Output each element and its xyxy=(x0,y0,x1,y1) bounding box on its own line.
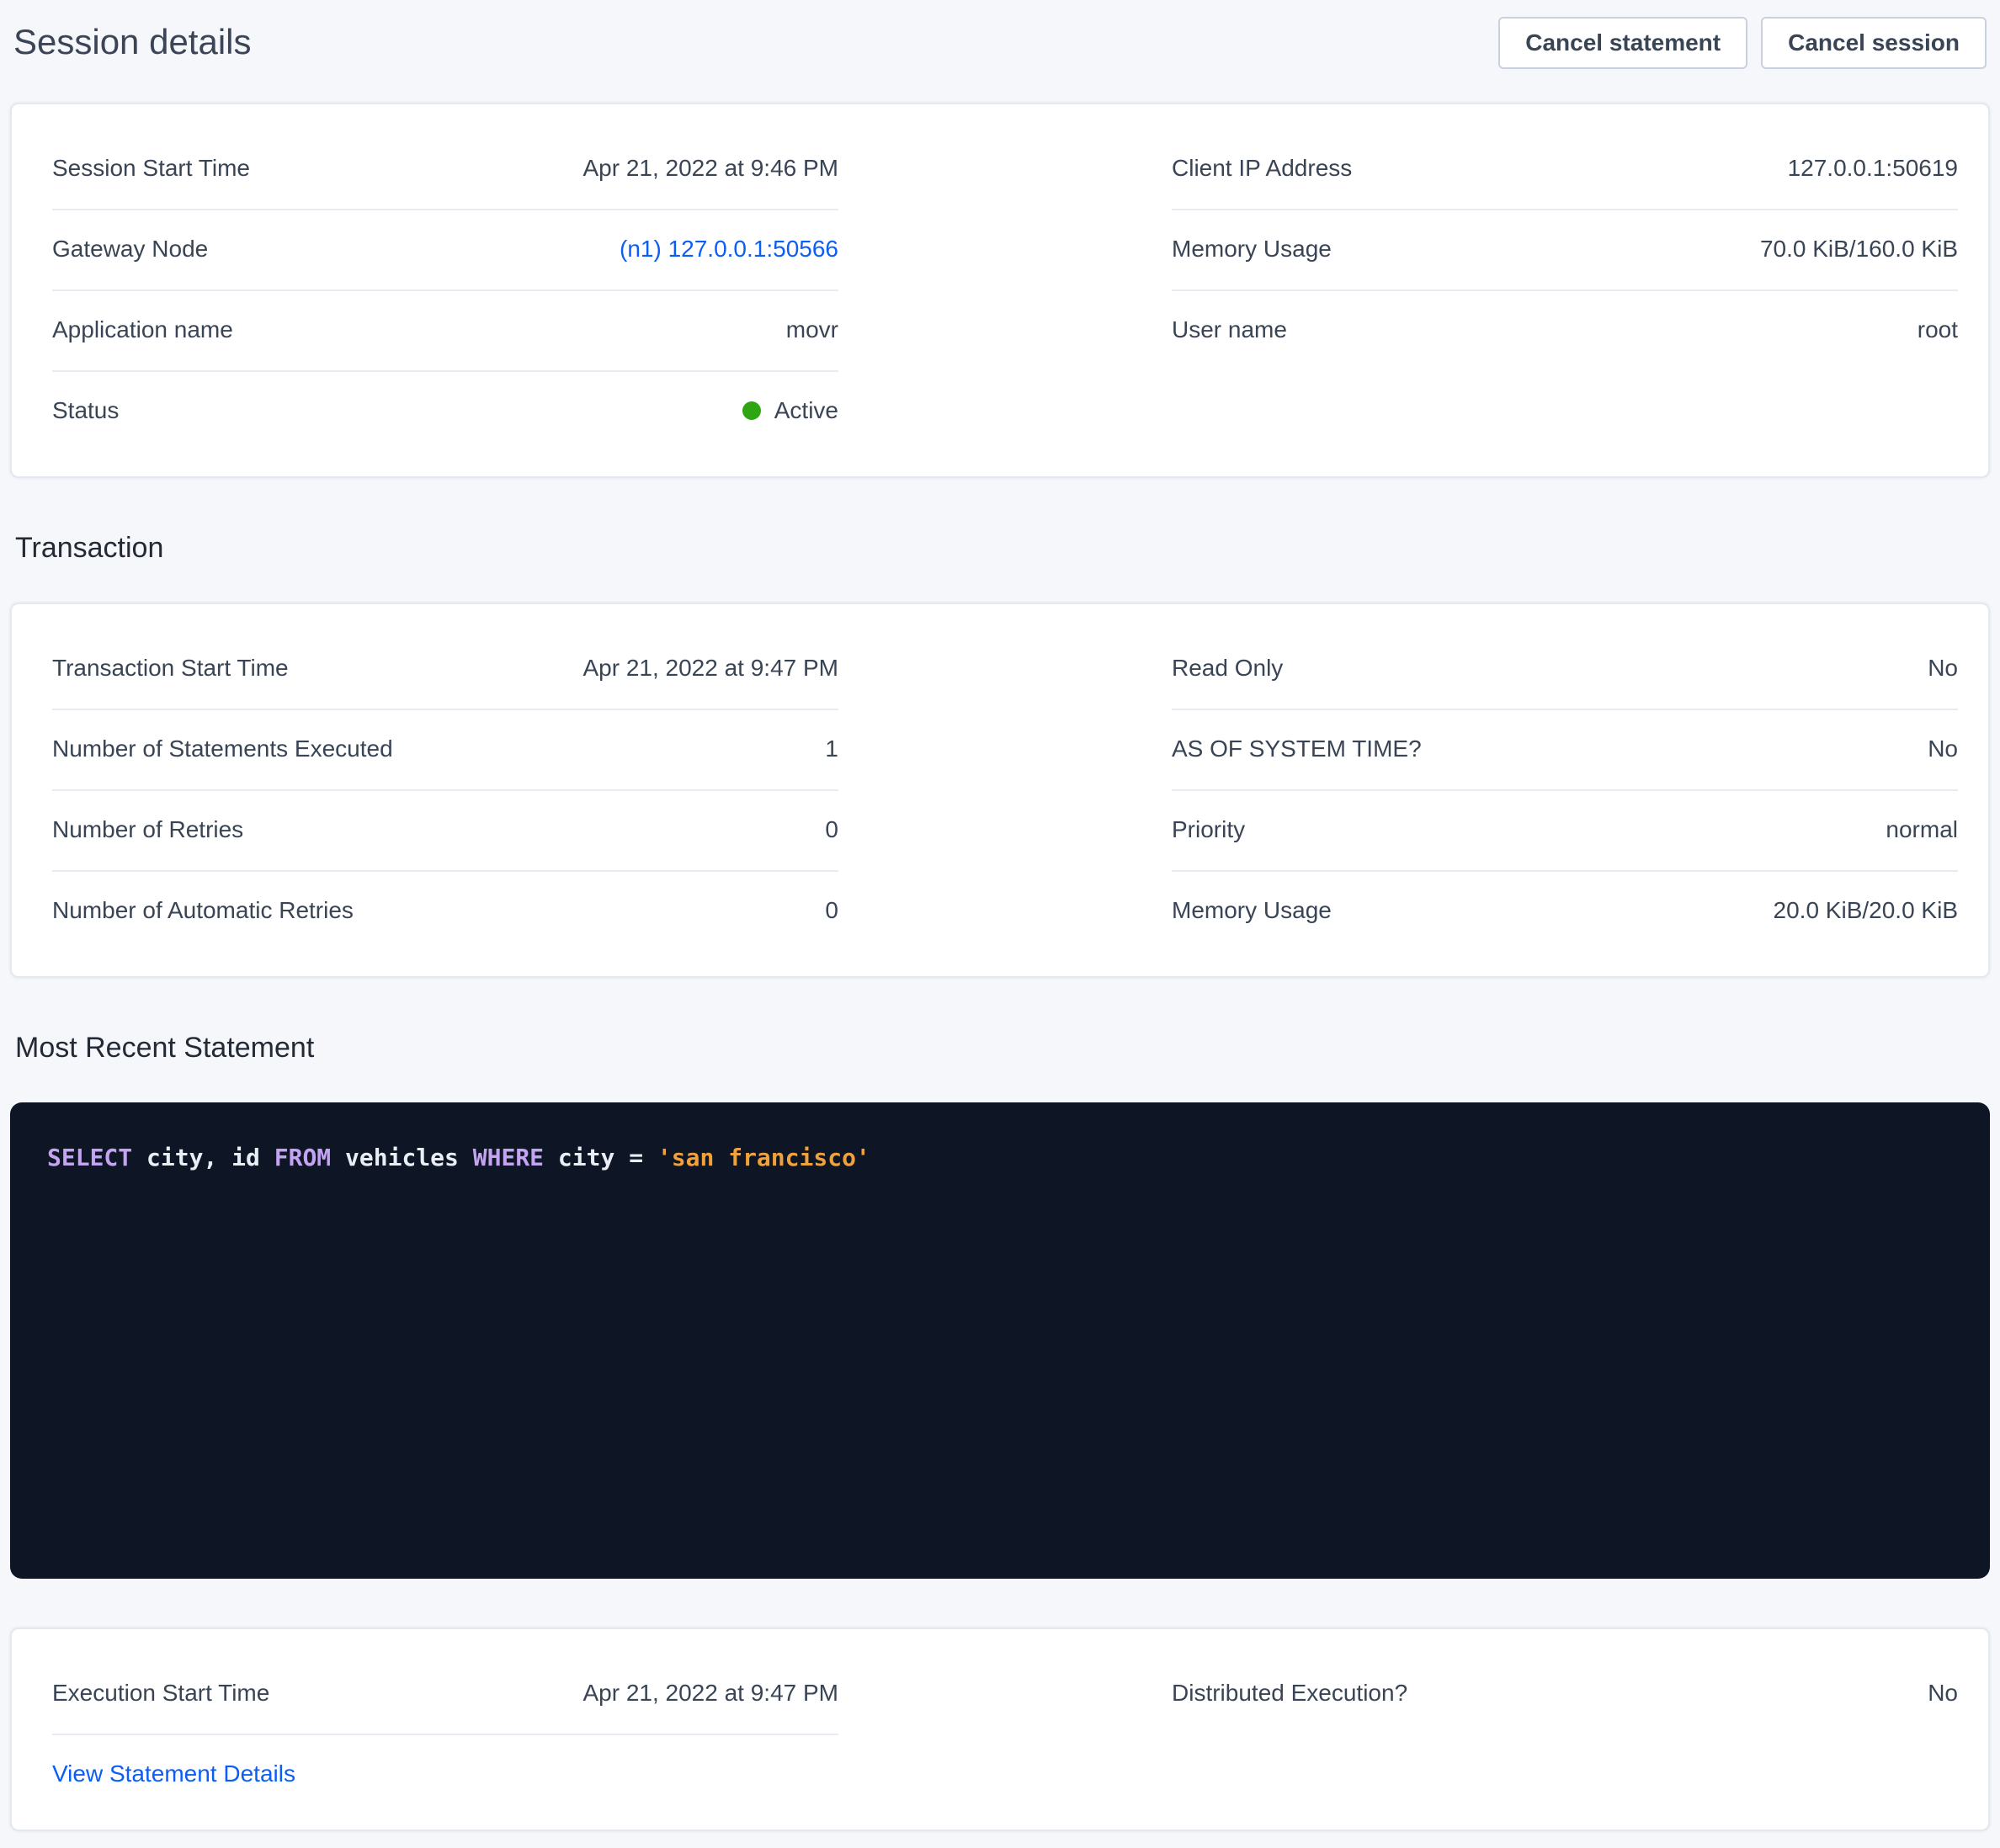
table-row: Execution Start Time Apr 21, 2022 at 9:4… xyxy=(52,1654,838,1735)
sql-token: SELECT xyxy=(47,1144,132,1171)
table-row: Transaction Start Time Apr 21, 2022 at 9… xyxy=(52,629,838,710)
sql-token: vehicles xyxy=(331,1144,473,1171)
session-summary-card: Session Start Time Apr 21, 2022 at 9:46 … xyxy=(10,103,1990,478)
table-row: Memory Usage 70.0 KiB/160.0 KiB xyxy=(1172,210,1958,291)
row-label: Gateway Node xyxy=(52,234,208,264)
row-label: Execution Start Time xyxy=(52,1678,269,1708)
row-label: Number of Retries xyxy=(52,815,243,845)
table-row: Number of Automatic Retries 0 xyxy=(52,872,838,951)
status-badge: Active xyxy=(742,396,838,426)
row-value: No xyxy=(1928,734,1958,764)
row-label: Session Start Time xyxy=(52,153,250,183)
sql-token xyxy=(643,1144,657,1171)
sql-token: city, id xyxy=(132,1144,274,1171)
session-card-right-column: Client IP Address 127.0.0.1:50619 Memory… xyxy=(1172,130,1958,451)
table-row: Client IP Address 127.0.0.1:50619 xyxy=(1172,130,1958,210)
row-label: Number of Automatic Retries xyxy=(52,895,354,926)
table-row: Memory Usage 20.0 KiB/20.0 KiB xyxy=(1172,872,1958,951)
row-value: 127.0.0.1:50619 xyxy=(1788,153,1958,183)
row-value: root xyxy=(1918,315,1958,345)
row-label: Distributed Execution? xyxy=(1172,1678,1407,1708)
table-row: AS OF SYSTEM TIME? No xyxy=(1172,710,1958,791)
row-value: No xyxy=(1928,1678,1958,1708)
statement-section-heading: Most Recent Statement xyxy=(15,1028,1985,1067)
table-row: Gateway Node (n1) 127.0.0.1:50566 xyxy=(52,210,838,291)
transaction-card-left-column: Transaction Start Time Apr 21, 2022 at 9… xyxy=(52,629,838,951)
row-value: 0 xyxy=(825,815,838,845)
row-label: User name xyxy=(1172,315,1287,345)
table-row: Application name movr xyxy=(52,291,838,372)
status-label: Active xyxy=(774,396,838,426)
sql-token: WHERE xyxy=(473,1144,544,1171)
transaction-card: Transaction Start Time Apr 21, 2022 at 9… xyxy=(10,603,1990,978)
link-row: View Statement Details xyxy=(52,1735,838,1789)
row-value: normal xyxy=(1886,815,1958,845)
table-row: Distributed Execution? No xyxy=(1172,1654,1958,1734)
sql-token: FROM xyxy=(274,1144,331,1171)
row-label: Priority xyxy=(1172,815,1245,845)
row-label: Client IP Address xyxy=(1172,153,1352,183)
row-value: 1 xyxy=(825,734,838,764)
row-value: Apr 21, 2022 at 9:47 PM xyxy=(582,653,838,683)
page-title: Session details xyxy=(13,19,252,66)
row-value: 20.0 KiB/20.0 KiB xyxy=(1774,895,1958,926)
row-label: AS OF SYSTEM TIME? xyxy=(1172,734,1422,764)
sql-token: 'san francisco' xyxy=(657,1144,870,1171)
execution-rows: Execution Start Time Apr 21, 2022 at 9:4… xyxy=(52,1654,838,1735)
table-row: Number of Statements Executed 1 xyxy=(52,710,838,791)
row-label: Memory Usage xyxy=(1172,895,1332,926)
table-row: Status Active xyxy=(52,372,838,451)
row-label: Read Only xyxy=(1172,653,1283,683)
table-row: Read Only No xyxy=(1172,629,1958,710)
row-label: Number of Statements Executed xyxy=(52,734,393,764)
table-row: Session Start Time Apr 21, 2022 at 9:46 … xyxy=(52,130,838,210)
page-header: Session details Cancel statement Cancel … xyxy=(0,0,2000,69)
execution-card-right-column: Distributed Execution? No xyxy=(1172,1654,1958,1789)
main-content: Session Start Time Apr 21, 2022 at 9:46 … xyxy=(0,103,2000,1831)
row-value: 70.0 KiB/160.0 KiB xyxy=(1760,234,1958,264)
table-row: User name root xyxy=(1172,291,1958,370)
execution-card-left-column: Execution Start Time Apr 21, 2022 at 9:4… xyxy=(52,1654,838,1789)
execution-card: Execution Start Time Apr 21, 2022 at 9:4… xyxy=(10,1628,1990,1831)
sql-token: city xyxy=(544,1144,629,1171)
row-value: Apr 21, 2022 at 9:46 PM xyxy=(582,153,838,183)
row-label: Status xyxy=(52,396,119,426)
sql-token: = xyxy=(629,1144,643,1171)
cancel-session-button[interactable]: Cancel session xyxy=(1761,17,1987,69)
row-label: Memory Usage xyxy=(1172,234,1332,264)
gateway-node-link[interactable]: (n1) 127.0.0.1:50566 xyxy=(620,234,838,264)
session-card-left-column: Session Start Time Apr 21, 2022 at 9:46 … xyxy=(52,130,838,451)
table-row: Number of Retries 0 xyxy=(52,791,838,872)
row-label: Transaction Start Time xyxy=(52,653,289,683)
cancel-statement-button[interactable]: Cancel statement xyxy=(1498,17,1747,69)
row-value: Apr 21, 2022 at 9:47 PM xyxy=(582,1678,838,1708)
row-value: 0 xyxy=(825,895,838,926)
header-actions: Cancel statement Cancel session xyxy=(1498,17,1987,69)
sql-statement-box: SELECT city, id FROM vehicles WHERE city… xyxy=(10,1102,1990,1579)
status-dot-icon xyxy=(742,401,761,420)
view-statement-details-link[interactable]: View Statement Details xyxy=(52,1760,295,1787)
row-value: movr xyxy=(786,315,838,345)
row-label: Application name xyxy=(52,315,233,345)
row-value: No xyxy=(1928,653,1958,683)
table-row: Priority normal xyxy=(1172,791,1958,872)
transaction-section-heading: Transaction xyxy=(15,528,1985,567)
sql-statement-text: SELECT city, id FROM vehicles WHERE city… xyxy=(47,1144,870,1171)
transaction-card-right-column: Read Only No AS OF SYSTEM TIME? No Prior… xyxy=(1172,629,1958,951)
